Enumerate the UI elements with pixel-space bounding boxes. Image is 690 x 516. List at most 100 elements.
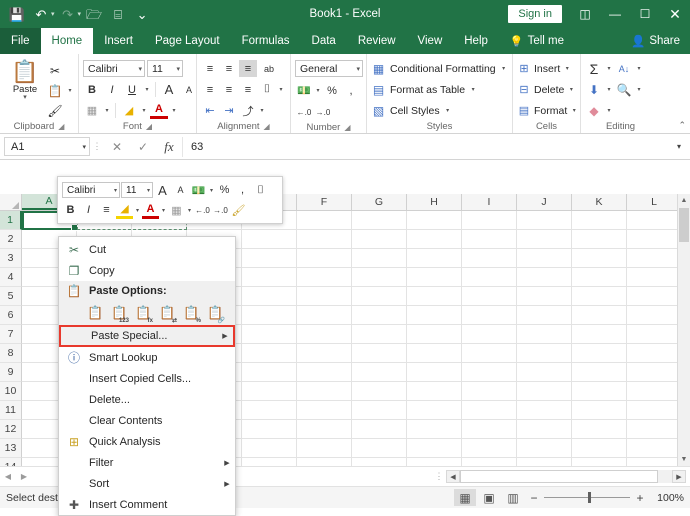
cell-i2[interactable] bbox=[462, 230, 517, 249]
context-menu-item-paste-special[interactable]: Paste Special... ▶ bbox=[59, 325, 235, 347]
cell-g10[interactable] bbox=[352, 382, 407, 401]
redo-icon[interactable]: ↷ bbox=[57, 3, 79, 25]
page-layout-view-icon[interactable]: ▣ bbox=[478, 489, 500, 506]
row-header-11[interactable]: 11 bbox=[0, 401, 22, 420]
sign-in-button[interactable]: Sign in bbox=[508, 5, 562, 23]
cell-i13[interactable] bbox=[462, 439, 517, 458]
number-format-caret-icon[interactable]: ▾ bbox=[352, 65, 360, 73]
cell-l2[interactable] bbox=[627, 230, 682, 249]
save-icon[interactable]: 💾 bbox=[6, 3, 28, 25]
cell-j12[interactable] bbox=[517, 420, 572, 439]
cell-k3[interactable] bbox=[572, 249, 627, 268]
paste-formulas-icon[interactable]: 📋 fx bbox=[133, 303, 154, 324]
cell-e3[interactable] bbox=[242, 249, 297, 268]
paste-transpose-icon[interactable]: 📋 ⇄ bbox=[157, 303, 178, 324]
cell-l10[interactable] bbox=[627, 382, 682, 401]
mini-merge-button[interactable]: ⌷ bbox=[252, 182, 269, 199]
format-cells-caret-icon[interactable]: ▾ bbox=[570, 107, 578, 114]
tab-page-layout[interactable]: Page Layout bbox=[144, 28, 231, 54]
cell-k10[interactable] bbox=[572, 382, 627, 401]
share-button[interactable]: 👤 Share bbox=[621, 28, 690, 54]
merge-center-button[interactable]: ⌷ bbox=[258, 81, 276, 98]
horizontal-scroll-track[interactable] bbox=[460, 470, 672, 483]
cell-h11[interactable] bbox=[407, 401, 462, 420]
context-menu-item-filter[interactable]: Filter ▶ bbox=[59, 452, 235, 473]
font-dialog-launcher-icon[interactable]: ◢ bbox=[146, 122, 152, 131]
zoom-slider[interactable] bbox=[544, 491, 630, 504]
mini-percent-button[interactable]: % bbox=[216, 182, 233, 199]
cell-j7[interactable] bbox=[517, 325, 572, 344]
cancel-entry-icon[interactable]: ✕ bbox=[104, 137, 130, 157]
accounting-format-button[interactable]: 💵 bbox=[295, 82, 313, 99]
paste-icon[interactable]: 📋 bbox=[85, 303, 106, 324]
horizontal-scrollbar[interactable]: ⋮ ◀ ▶ bbox=[432, 470, 690, 483]
row-header-8[interactable]: 8 bbox=[0, 344, 22, 363]
close-icon[interactable]: ✕ bbox=[660, 0, 690, 28]
cell-h3[interactable] bbox=[407, 249, 462, 268]
cell-j8[interactable] bbox=[517, 344, 572, 363]
sort-submenu-arrow-icon[interactable]: ▶ bbox=[219, 480, 235, 488]
align-left-button[interactable]: ≡ bbox=[201, 81, 219, 98]
row-header-12[interactable]: 12 bbox=[0, 420, 22, 439]
fill-color-caret-icon[interactable]: ▾ bbox=[140, 107, 148, 114]
mini-font-name-input[interactable]: Calibri ▾ bbox=[62, 182, 120, 198]
vertical-scroll-thumb[interactable] bbox=[679, 208, 689, 242]
zoom-out-button[interactable]: − bbox=[526, 491, 542, 505]
cell-g7[interactable] bbox=[352, 325, 407, 344]
cell-h8[interactable] bbox=[407, 344, 462, 363]
undo-icon[interactable]: ↶ bbox=[30, 3, 52, 25]
cell-g13[interactable] bbox=[352, 439, 407, 458]
cell-f4[interactable] bbox=[297, 268, 352, 287]
tab-review[interactable]: Review bbox=[347, 28, 407, 54]
collapse-ribbon-icon[interactable]: ⌃ bbox=[678, 120, 686, 131]
cell-i4[interactable] bbox=[462, 268, 517, 287]
cell-e7[interactable] bbox=[242, 325, 297, 344]
alignment-dialog-launcher-icon[interactable]: ◢ bbox=[264, 122, 270, 131]
cell-k4[interactable] bbox=[572, 268, 627, 287]
mini-font-name-caret-icon[interactable]: ▾ bbox=[111, 187, 117, 194]
tab-data[interactable]: Data bbox=[301, 28, 347, 54]
column-header-h[interactable]: H bbox=[407, 194, 462, 210]
cell-e5[interactable] bbox=[242, 287, 297, 306]
cell-k9[interactable] bbox=[572, 363, 627, 382]
formula-bar-grip[interactable]: ⋮ bbox=[90, 141, 104, 152]
wrap-text-button[interactable]: ab bbox=[258, 60, 280, 77]
conditional-formatting-button[interactable]: ▦ Conditional Formatting ▾ bbox=[371, 59, 508, 78]
cell-e4[interactable] bbox=[242, 268, 297, 287]
cell-f7[interactable] bbox=[297, 325, 352, 344]
context-menu-item-cut[interactable]: ✂ Cut bbox=[59, 239, 235, 260]
mini-font-color-button[interactable]: A bbox=[142, 202, 159, 219]
tab-tell-me[interactable]: 💡 Tell me bbox=[499, 28, 575, 54]
cell-i5[interactable] bbox=[462, 287, 517, 306]
cell-g11[interactable] bbox=[352, 401, 407, 420]
ribbon-display-options-icon[interactable]: ◫ bbox=[570, 0, 600, 28]
cell-i9[interactable] bbox=[462, 363, 517, 382]
row-header-5[interactable]: 5 bbox=[0, 287, 22, 306]
sheet-nav-prev-icon[interactable]: ◀ bbox=[0, 472, 16, 481]
cell-f2[interactable] bbox=[297, 230, 352, 249]
cell-g4[interactable] bbox=[352, 268, 407, 287]
bold-button[interactable]: B bbox=[83, 81, 101, 98]
cell-g3[interactable] bbox=[352, 249, 407, 268]
sort-filter-caret-icon[interactable]: ▾ bbox=[635, 65, 643, 72]
mini-accounting-icon[interactable]: 💵 bbox=[190, 182, 207, 199]
cell-l12[interactable] bbox=[627, 420, 682, 439]
align-middle-button[interactable]: ≡ bbox=[220, 60, 238, 77]
delete-cells-caret-icon[interactable]: ▾ bbox=[567, 86, 575, 93]
cell-e10[interactable] bbox=[242, 382, 297, 401]
horizontal-scroll-thumb[interactable] bbox=[460, 470, 658, 483]
open-icon[interactable]: 🗁 bbox=[83, 3, 105, 25]
borders-button[interactable]: ▦ bbox=[83, 102, 101, 119]
mini-borders-caret-icon[interactable]: ▾ bbox=[186, 207, 193, 214]
page-break-view-icon[interactable]: ▥ bbox=[502, 489, 524, 506]
cell-j11[interactable] bbox=[517, 401, 572, 420]
select-all-button[interactable] bbox=[0, 194, 22, 210]
context-menu-item-sort[interactable]: Sort ▶ bbox=[59, 473, 235, 494]
copy-caret-icon[interactable]: ▾ bbox=[66, 87, 74, 94]
cell-l5[interactable] bbox=[627, 287, 682, 306]
scrollbar-grip-icon[interactable]: ⋮ bbox=[432, 471, 446, 482]
increase-decimal-button[interactable]: ←.0 bbox=[295, 104, 313, 121]
insert-cells-button[interactable]: ⊞ Insert ▾ bbox=[517, 59, 571, 78]
enter-entry-icon[interactable]: ✓ bbox=[130, 137, 156, 157]
format-painter-button[interactable]: 🖌 bbox=[46, 102, 74, 119]
